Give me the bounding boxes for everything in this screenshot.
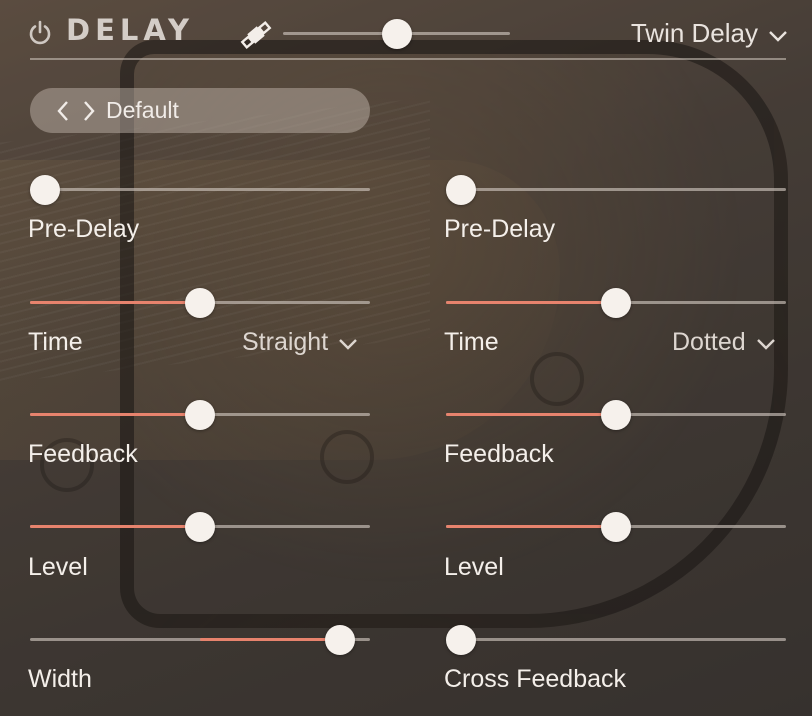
- slider-handle[interactable]: [446, 625, 476, 655]
- background-decor-circle: [320, 430, 374, 484]
- left-level-label: Level: [28, 553, 88, 581]
- sync-satellite-icon[interactable]: [240, 19, 272, 51]
- right-time-division-dropdown[interactable]: Dotted: [672, 328, 776, 357]
- slider-handle[interactable]: [185, 400, 215, 430]
- left-time-division-dropdown[interactable]: Straight: [242, 328, 358, 357]
- chevron-down-icon: [768, 18, 788, 49]
- left-feedback-label: Feedback: [28, 440, 138, 468]
- left-feedback-slider[interactable]: [30, 400, 370, 430]
- delay-panel: DELAY Twin Delay Default Pre-Delay Time …: [0, 0, 812, 716]
- delay-type-label: Twin Delay: [630, 18, 758, 48]
- module-title: DELAY: [66, 13, 195, 47]
- slider-fill: [446, 525, 616, 528]
- cross-feedback-label: Cross Feedback: [444, 665, 627, 693]
- chevron-down-icon: [756, 328, 776, 357]
- slider-handle[interactable]: [601, 400, 631, 430]
- width-label: Width: [28, 665, 92, 693]
- division-label: Straight: [242, 328, 329, 356]
- right-level-slider[interactable]: [446, 512, 786, 542]
- preset-selector[interactable]: Default: [30, 88, 370, 133]
- left-pre-delay-label: Pre-Delay: [28, 215, 140, 243]
- chevron-down-icon: [338, 328, 358, 357]
- slider-fill: [200, 638, 340, 641]
- left-pre-delay-slider[interactable]: [30, 175, 370, 205]
- division-label: Dotted: [672, 328, 746, 356]
- right-pre-delay-label: Pre-Delay: [444, 215, 556, 243]
- slider-fill: [446, 413, 616, 416]
- right-feedback-label: Feedback: [444, 440, 554, 468]
- chevron-right-icon[interactable]: [80, 98, 98, 124]
- slider-handle[interactable]: [185, 288, 215, 318]
- slider-track: [30, 188, 370, 191]
- left-time-slider[interactable]: [30, 288, 370, 318]
- cross-feedback-slider[interactable]: [446, 625, 786, 655]
- power-icon[interactable]: [28, 20, 52, 46]
- slider-handle[interactable]: [324, 625, 355, 655]
- slider-track: [446, 188, 786, 191]
- slider-handle[interactable]: [601, 288, 631, 318]
- right-time-label: Time: [444, 328, 499, 356]
- delay-type-dropdown[interactable]: Twin Delay: [631, 18, 788, 49]
- header-divider: [30, 58, 786, 60]
- slider-handle[interactable]: [185, 512, 215, 542]
- background-decor-circle: [530, 352, 584, 406]
- slider-fill: [30, 301, 200, 304]
- left-time-label: Time: [28, 328, 83, 356]
- slider-fill: [30, 525, 200, 528]
- slider-handle[interactable]: [601, 512, 631, 542]
- preset-name: Default: [106, 97, 179, 123]
- right-level-label: Level: [444, 553, 504, 581]
- chevron-left-icon[interactable]: [54, 98, 72, 124]
- slider-fill: [446, 301, 616, 304]
- right-time-slider[interactable]: [446, 288, 786, 318]
- slider-handle[interactable]: [446, 175, 476, 205]
- slider-handle[interactable]: [30, 175, 60, 205]
- mix-slider[interactable]: [283, 19, 510, 49]
- slider-track: [446, 638, 786, 641]
- slider-handle[interactable]: [381, 19, 412, 49]
- right-pre-delay-slider[interactable]: [446, 175, 786, 205]
- slider-fill: [30, 413, 200, 416]
- left-level-slider[interactable]: [30, 512, 370, 542]
- width-slider[interactable]: [30, 625, 370, 655]
- right-feedback-slider[interactable]: [446, 400, 786, 430]
